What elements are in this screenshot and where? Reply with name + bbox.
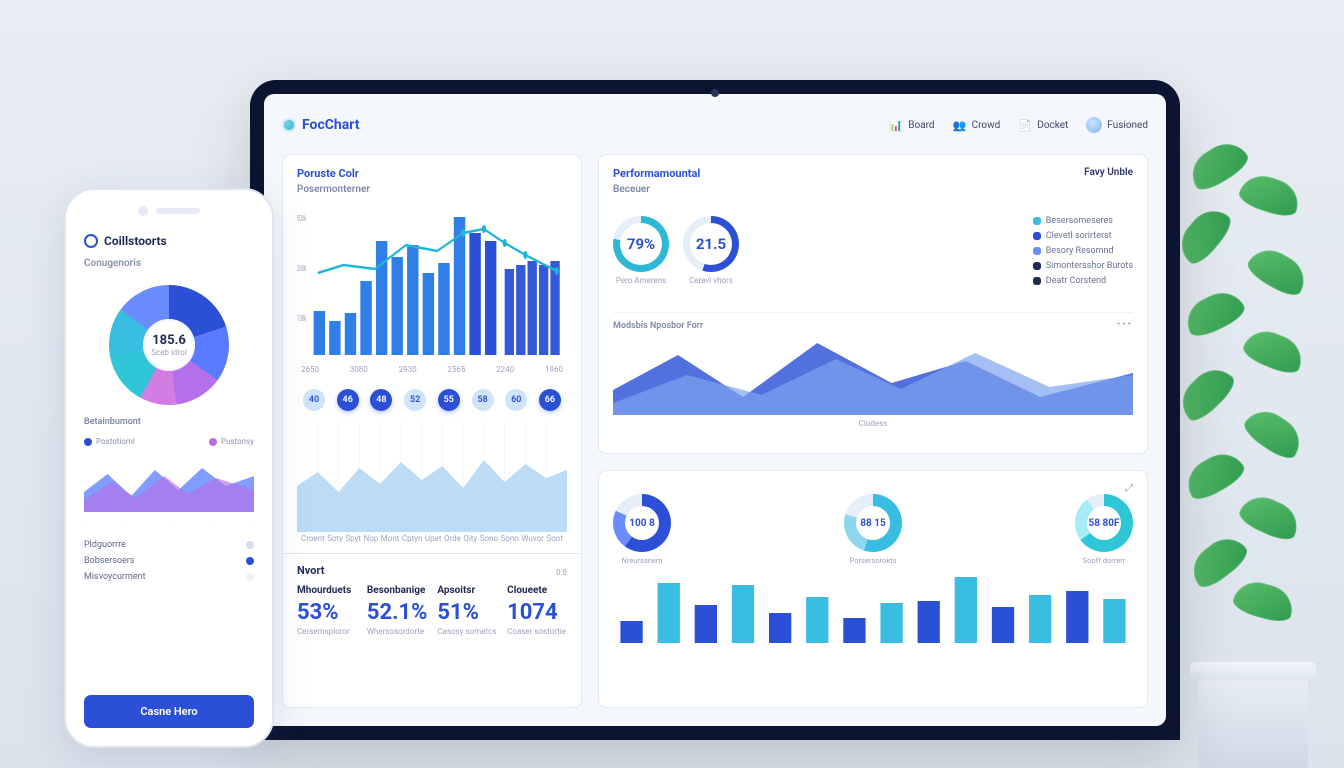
- svg-text:138k: 138k: [297, 313, 307, 323]
- list-item[interactable]: Bobsersoers: [84, 556, 254, 566]
- nav-label: Crowd: [972, 120, 1001, 131]
- chart-icon: 📊: [889, 118, 903, 132]
- legend-item: Deatr Corstend: [1033, 276, 1133, 286]
- phone-list: Pldguorrre Bobsersoers Misvoycurment: [84, 540, 254, 582]
- mini-pie-2: 88 15: [844, 494, 902, 552]
- card-title: Poruste Colr: [297, 167, 567, 180]
- nav-item-board[interactable]: 📊 Board: [889, 118, 934, 132]
- stat-card: Cloueete 1074 Coaser sostortie: [507, 585, 567, 636]
- bubble[interactable]: 66: [539, 389, 561, 411]
- app-header: FocChart 📊 Board 👥 Crowd 📄 Docket Fusio: [282, 108, 1148, 142]
- mini-chart-xlabel: Clodess: [613, 419, 1133, 428]
- dashboard-grid: Performamountal Beceuer Favy Unble 79% P…: [282, 154, 1148, 708]
- app-screen: FocChart 📊 Board 👥 Crowd 📄 Docket Fusio: [264, 94, 1166, 726]
- progress-ring-2: 21.5: [683, 216, 739, 272]
- card-title: Performamountal: [613, 167, 700, 180]
- wide-area-chart: [297, 422, 567, 532]
- card-subtitle: Beceuer: [613, 184, 700, 195]
- status-dot: [246, 541, 254, 549]
- phone-legend: Postotioml Pustonsy: [84, 437, 254, 446]
- bubble[interactable]: 58: [472, 389, 494, 411]
- bubble[interactable]: 40: [303, 389, 325, 411]
- brand-name: FocChart: [302, 117, 359, 133]
- stat-card: Mhourduets 53% Cersemsploror: [297, 585, 357, 636]
- stats-row: Mhourduets 53% Cersemsploror Besonbanige…: [297, 581, 567, 636]
- decorative-plant: [1174, 108, 1344, 768]
- performance-card: Performamountal Beceuer Favy Unble 79% P…: [598, 154, 1148, 454]
- mini-pie-3: 58 80F: [1075, 494, 1133, 552]
- nav-item-crowd[interactable]: 👥 Crowd: [953, 118, 1001, 132]
- main-chart-card: Poruste Colr Posermonterner 500k 260k 13…: [282, 154, 582, 708]
- donut-value: 185.6: [151, 333, 187, 348]
- bubble[interactable]: 52: [404, 389, 426, 411]
- nav-label: Board: [908, 120, 934, 131]
- brand[interactable]: FocChart: [282, 117, 359, 133]
- status-dot: [246, 573, 254, 581]
- mini-pies-card: ⤢ 100 8 Nreurssnern 88 15 Porsersorokts …: [598, 470, 1148, 708]
- mini-pie-label: Nreurssnern: [613, 556, 671, 565]
- nav-item-profile[interactable]: Fusioned: [1086, 117, 1148, 133]
- ring-label: Pero Amerens: [613, 276, 669, 285]
- ring-value: 21.5: [696, 235, 726, 253]
- avatar-icon: [1086, 117, 1102, 133]
- legend-item: Besory Resomnd: [1033, 246, 1133, 256]
- summary-title: Nvort: [297, 564, 324, 577]
- card-subtitle: Posermonterner: [297, 184, 567, 195]
- header-nav: 📊 Board 👥 Crowd 📄 Docket Fusioned: [889, 117, 1148, 133]
- summary-badge: 0:8: [556, 568, 567, 577]
- legend-item: Besersomeseres: [1033, 216, 1133, 226]
- section-label: Betainbumont: [84, 417, 254, 427]
- stat-card: Apsoitsr 51% Casosy sometcs: [437, 585, 497, 636]
- laptop-frame: FocChart 📊 Board 👥 Crowd 📄 Docket Fusio: [250, 80, 1180, 740]
- donut-sub: Sceb strol: [151, 348, 187, 357]
- bubble[interactable]: 48: [370, 389, 392, 411]
- performance-legend: Besersomeseres Clevetl sorirterst Besory…: [1033, 216, 1133, 299]
- phone-frame: Coillstoorts Conugenoris 185.6 Sceb stro…: [64, 188, 274, 748]
- donut-chart: 185.6 Sceb strol: [109, 285, 229, 405]
- people-icon: 👥: [953, 118, 967, 132]
- ring-value: 79%: [627, 235, 655, 253]
- mini-pie-label: Porsersorokts: [844, 556, 902, 565]
- mini-bar-chart: [613, 575, 1133, 643]
- legend-item: Simontersshor Burots: [1033, 261, 1133, 271]
- bar-line-chart: 500k 260k 138k: [297, 203, 567, 363]
- bubble[interactable]: 46: [337, 389, 359, 411]
- nav-item-docket[interactable]: 📄 Docket: [1018, 118, 1068, 132]
- nav-label: Fusioned: [1107, 120, 1148, 131]
- progress-ring-1: 79%: [613, 216, 669, 272]
- phone-area-chart: [84, 456, 254, 512]
- area-xlabels: CroentSotySpytNopMontCptynUpetOrdeOitySo…: [297, 532, 567, 543]
- mini-chart-title: Modsbis Nposbor Forr: [613, 321, 1133, 331]
- bubble-row: 40 46 48 52 55 58 60 66: [297, 380, 567, 420]
- mini-pie-1: 100 8: [613, 494, 671, 552]
- status-dot: [246, 557, 254, 565]
- svg-text:260k: 260k: [297, 263, 307, 273]
- ring-label: Ceravl vhors: [683, 276, 739, 285]
- svg-text:500k: 500k: [297, 213, 307, 223]
- list-item[interactable]: Pldguorrre: [84, 540, 254, 550]
- expand-icon[interactable]: ⤢: [1125, 483, 1133, 494]
- phone-title: Coillstoorts: [104, 234, 167, 248]
- stat-card: Besonbanige 52.1% Whersosordorte: [367, 585, 428, 636]
- document-icon: 📄: [1018, 118, 1032, 132]
- bubble[interactable]: 55: [438, 389, 460, 411]
- list-item[interactable]: Misvoycurment: [84, 572, 254, 582]
- phone-subtitle: Conugenoris: [84, 258, 254, 269]
- bar-xlabels: 265030802930256522401960: [297, 363, 567, 374]
- nav-label: Docket: [1037, 120, 1068, 131]
- brand-icon: [282, 118, 296, 132]
- more-icon[interactable]: •••: [1117, 319, 1133, 330]
- phone-notch: [84, 206, 254, 216]
- bubble[interactable]: 60: [505, 389, 527, 411]
- legend-item: Clevetl sorirterst: [1033, 231, 1133, 241]
- target-icon: [84, 234, 98, 248]
- mini-area-chart: [613, 335, 1133, 415]
- primary-button[interactable]: Casne Hero: [84, 695, 254, 728]
- mini-pie-label: Sooff dorrerr: [1075, 556, 1133, 565]
- legend-title: Favy Unble: [1084, 167, 1133, 208]
